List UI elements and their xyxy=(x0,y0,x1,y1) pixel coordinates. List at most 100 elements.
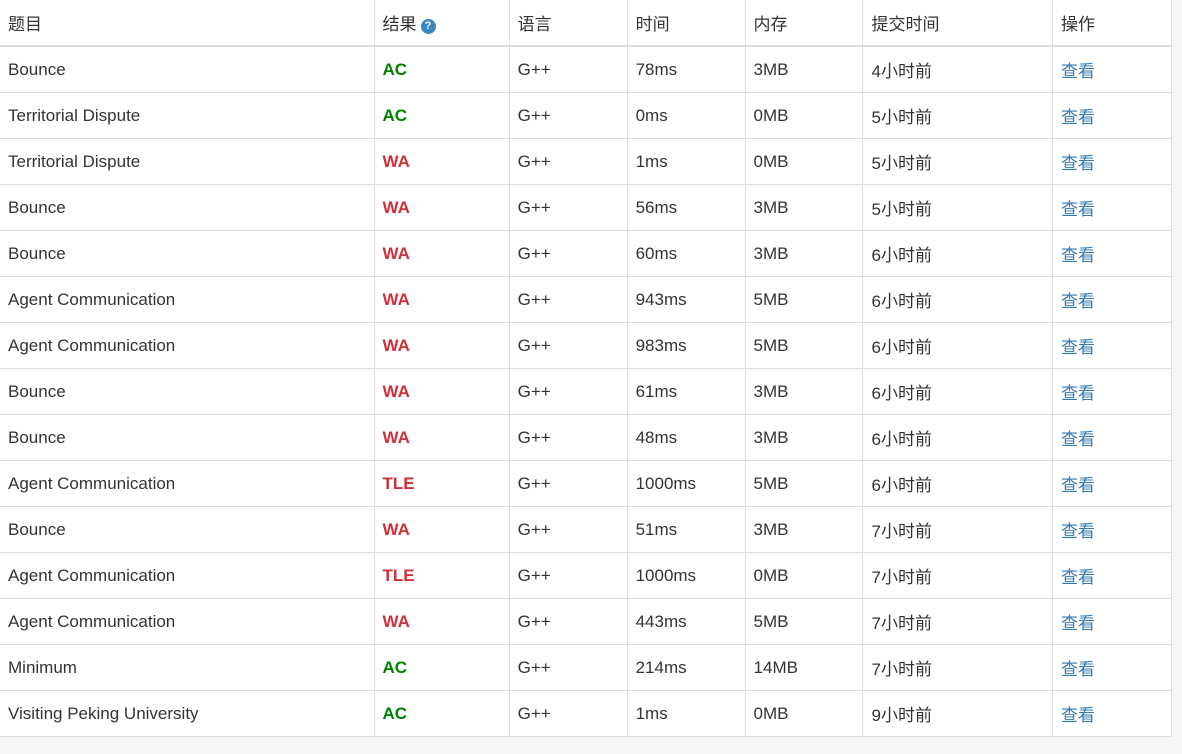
cell-time: 48ms xyxy=(626,414,746,461)
cell-memory: 5MB xyxy=(744,276,864,323)
header-problem: 题目 xyxy=(0,0,375,47)
cell-time: 60ms xyxy=(626,230,746,277)
cell-result: WA xyxy=(373,598,510,645)
help-icon[interactable]: ? xyxy=(420,19,436,34)
cell-result: WA xyxy=(373,276,510,323)
header-result: 结果? xyxy=(373,0,510,47)
view-link[interactable]: 查看 xyxy=(1061,706,1095,725)
cell-result: AC xyxy=(373,644,510,691)
table-row: Bounce WA G++ 48ms 3MB 6小时前 查看 xyxy=(0,414,1172,461)
cell-result: WA xyxy=(373,184,510,231)
header-result-label: 结果 xyxy=(382,15,417,34)
cell-language: G++ xyxy=(508,644,628,691)
header-time: 时间 xyxy=(626,0,746,47)
result-badge: AC xyxy=(382,59,408,79)
result-badge: AC xyxy=(382,105,408,125)
view-link[interactable]: 查看 xyxy=(1061,568,1095,587)
cell-submitted: 5小时前 xyxy=(862,138,1054,185)
cell-time: 1000ms xyxy=(626,460,746,507)
cell-result: AC xyxy=(373,45,510,93)
cell-result: AC xyxy=(373,690,510,737)
cell-time: 1ms xyxy=(626,690,746,737)
cell-result: WA xyxy=(373,368,510,415)
cell-language: G++ xyxy=(508,92,628,139)
cell-action: 查看 xyxy=(1052,598,1172,645)
cell-language: G++ xyxy=(508,45,628,93)
cell-action: 查看 xyxy=(1052,414,1172,461)
cell-time: 61ms xyxy=(626,368,746,415)
cell-result: TLE xyxy=(373,552,510,599)
cell-time: 443ms xyxy=(626,598,746,645)
cell-language: G++ xyxy=(508,322,628,369)
cell-memory: 0MB xyxy=(744,690,864,737)
header-action: 操作 xyxy=(1052,0,1172,47)
table-row: Bounce WA G++ 61ms 3MB 6小时前 查看 xyxy=(0,368,1172,415)
cell-memory: 0MB xyxy=(744,552,864,599)
cell-action: 查看 xyxy=(1052,460,1172,507)
view-link[interactable]: 查看 xyxy=(1061,384,1095,403)
cell-action: 查看 xyxy=(1052,506,1172,553)
view-link[interactable]: 查看 xyxy=(1061,660,1095,679)
cell-action: 查看 xyxy=(1052,138,1172,185)
cell-problem: Bounce xyxy=(0,368,375,415)
table-row: Agent Communication TLE G++ 1000ms 5MB 6… xyxy=(0,460,1172,507)
table-header: 题目 结果? 语言 时间 内存 提交时间 操作 xyxy=(0,0,1172,47)
cell-language: G++ xyxy=(508,414,628,461)
view-link[interactable]: 查看 xyxy=(1061,476,1095,495)
table-row: Minimum AC G++ 214ms 14MB 7小时前 查看 xyxy=(0,644,1172,691)
view-link[interactable]: 查看 xyxy=(1061,108,1095,127)
view-link[interactable]: 查看 xyxy=(1061,522,1095,541)
view-link[interactable]: 查看 xyxy=(1061,292,1095,311)
result-badge: TLE xyxy=(382,565,415,585)
view-link[interactable]: 查看 xyxy=(1061,200,1095,219)
cell-submitted: 7小时前 xyxy=(862,506,1054,553)
view-link[interactable]: 查看 xyxy=(1061,246,1095,265)
cell-memory: 14MB xyxy=(744,644,864,691)
cell-language: G++ xyxy=(508,460,628,507)
result-badge: WA xyxy=(382,335,410,355)
cell-action: 查看 xyxy=(1052,690,1172,737)
table-body: Bounce AC G++ 78ms 3MB 4小时前 查看 Territori… xyxy=(0,45,1172,737)
cell-action: 查看 xyxy=(1052,552,1172,599)
cell-language: G++ xyxy=(508,598,628,645)
cell-result: TLE xyxy=(373,460,510,507)
cell-problem: Agent Communication xyxy=(0,322,375,369)
cell-result: WA xyxy=(373,414,510,461)
result-badge: WA xyxy=(382,197,410,217)
cell-problem: Agent Communication xyxy=(0,598,375,645)
view-link[interactable]: 查看 xyxy=(1061,614,1095,633)
result-badge: WA xyxy=(382,243,410,263)
submissions-panel: 题目 结果? 语言 时间 内存 提交时间 操作 Bounce AC G++ 78… xyxy=(0,0,1172,737)
cell-submitted: 7小时前 xyxy=(862,644,1054,691)
cell-result: WA xyxy=(373,506,510,553)
cell-memory: 3MB xyxy=(744,184,864,231)
cell-time: 51ms xyxy=(626,506,746,553)
cell-time: 1000ms xyxy=(626,552,746,599)
table-row: Visiting Peking University AC G++ 1ms 0M… xyxy=(0,690,1172,737)
view-link[interactable]: 查看 xyxy=(1061,154,1095,173)
view-link[interactable]: 查看 xyxy=(1061,62,1095,81)
cell-submitted: 9小时前 xyxy=(862,690,1054,737)
cell-problem: Agent Communication xyxy=(0,276,375,323)
result-badge: WA xyxy=(382,611,410,631)
result-badge: AC xyxy=(382,703,408,723)
cell-time: 56ms xyxy=(626,184,746,231)
result-badge: WA xyxy=(382,289,410,309)
view-link[interactable]: 查看 xyxy=(1061,338,1095,357)
cell-action: 查看 xyxy=(1052,276,1172,323)
view-link[interactable]: 查看 xyxy=(1061,430,1095,449)
result-badge: WA xyxy=(382,151,410,171)
result-badge: AC xyxy=(382,657,408,677)
result-badge: WA xyxy=(382,381,410,401)
cell-language: G++ xyxy=(508,506,628,553)
table-row: Bounce AC G++ 78ms 3MB 4小时前 查看 xyxy=(0,45,1172,93)
result-badge: TLE xyxy=(382,473,415,493)
header-memory: 内存 xyxy=(744,0,864,47)
cell-submitted: 7小时前 xyxy=(862,598,1054,645)
submissions-table: 题目 结果? 语言 时间 内存 提交时间 操作 Bounce AC G++ 78… xyxy=(0,0,1172,737)
cell-action: 查看 xyxy=(1052,184,1172,231)
table-row: Agent Communication WA G++ 443ms 5MB 7小时… xyxy=(0,598,1172,645)
cell-submitted: 5小时前 xyxy=(862,92,1054,139)
cell-memory: 5MB xyxy=(744,460,864,507)
header-submit-time: 提交时间 xyxy=(862,0,1054,47)
